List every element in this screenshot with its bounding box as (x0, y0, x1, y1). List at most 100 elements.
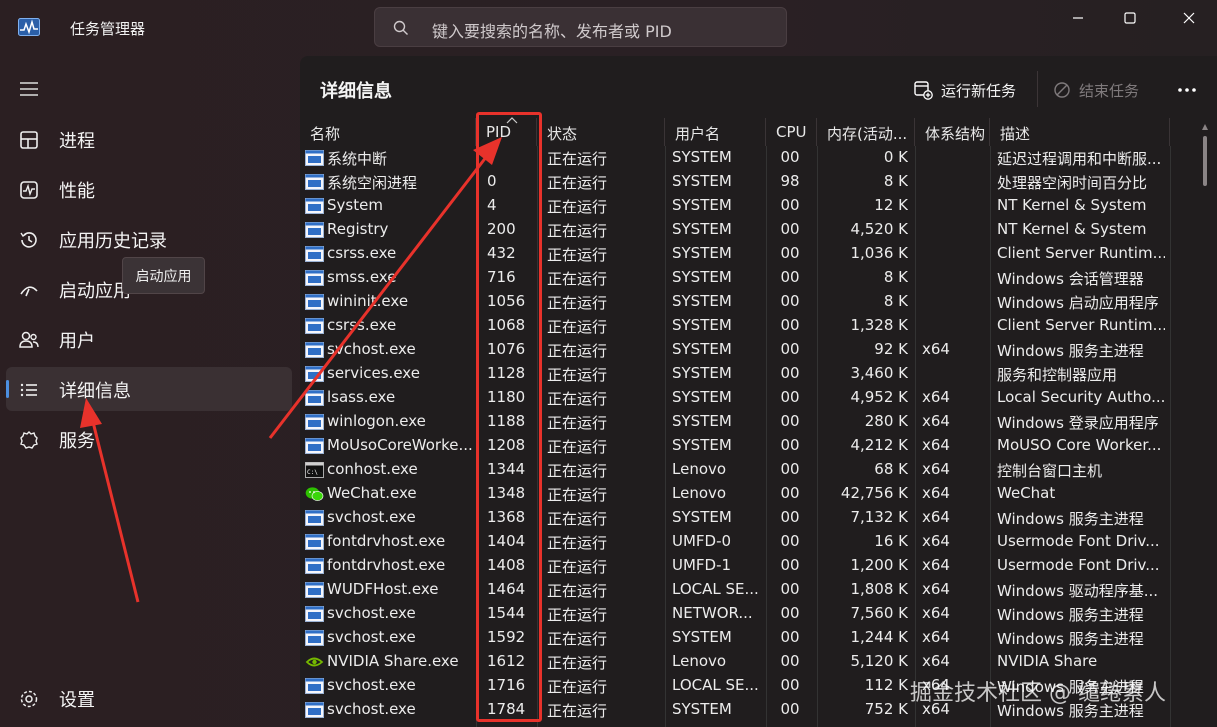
column-header-memory[interactable]: 内存(活动... (817, 118, 915, 146)
cell-cpu: 00 (780, 532, 800, 550)
table-row[interactable]: WeChat.exe 1348 正在运行 Lenovo 00 42,756 Kx64 WeC… (300, 482, 1170, 506)
table-row[interactable]: wininit.exe 1056 正在运行 SYSTEM 00 8 K Windows 启动… (300, 290, 1170, 314)
cell-username: LOCAL SE... (672, 676, 759, 694)
table-row[interactable]: csrss.exe 1068 正在运行 SYSTEM 00 1,328 K Client S… (300, 314, 1170, 338)
maximize-button[interactable] (1107, 0, 1153, 36)
table-row[interactable]: csrss.exe 432 正在运行 SYSTEM 00 1,036 K Client Se… (300, 242, 1170, 266)
cell-cpu: 00 (780, 412, 800, 430)
cell-username: SYSTEM (672, 220, 732, 238)
table-row[interactable]: fontdrvhost.exe 1408 正在运行 UMFD-1 00 1,200 Kx6… (300, 554, 1170, 578)
more-options-button[interactable] (1172, 76, 1202, 104)
active-indicator (6, 380, 9, 398)
table-row[interactable]: 系统空闲进程 0 正在运行 SYSTEM 98 8 K 处理器空闲时间百分比 (300, 170, 1170, 194)
more-options-icon (1178, 88, 1196, 92)
sidebar-item-app-history[interactable]: 应用历史记录 (6, 217, 292, 261)
sidebar-item-performance[interactable]: 性能 (6, 167, 292, 211)
column-header-description[interactable]: 描述 (990, 118, 1170, 146)
process-blue-icon (305, 174, 324, 190)
cell-username: SYSTEM (672, 244, 732, 262)
cell-status: 正在运行 (547, 678, 608, 696)
cell-cpu: 00 (780, 700, 800, 718)
sidebar-item-details[interactable]: 详细信息 (6, 367, 292, 411)
cell-status: 正在运行 (547, 630, 608, 648)
process-console-icon: C:\ (305, 462, 324, 478)
cell-name: svchost.exe (327, 340, 416, 358)
cell-description: Usermode Font Driv... (997, 532, 1160, 550)
table-row[interactable]: Registry 200 正在运行 SYSTEM 00 4,520 K NT Kernel … (300, 218, 1170, 242)
table-row[interactable]: svchost.exe 1592 正在运行 SYSTEM 00 1,244 Kx64 Win… (300, 626, 1170, 650)
cell-architecture: x64 (922, 388, 950, 406)
table-row[interactable]: fontdrvhost.exe 1404 正在运行 UMFD-0 00 16 Kx64 Us… (300, 530, 1170, 554)
search-input[interactable]: 键入要搜索的名称、发布者或 PID (374, 7, 787, 47)
column-header-architecture[interactable]: 体系结构 (915, 118, 990, 146)
table-row[interactable]: lsass.exe 1180 正在运行 SYSTEM 00 4,952 Kx64 Local… (300, 386, 1170, 410)
cell-cpu: 00 (780, 436, 800, 454)
table-row[interactable]: NVIDIA Share.exe 1612 正在运行 Lenovo 00 5,120 Kx… (300, 650, 1170, 674)
process-blue-icon (305, 558, 324, 574)
cell-status: 正在运行 (547, 702, 608, 720)
cell-description: Local Security Autho... (997, 388, 1165, 406)
cell-name: csrss.exe (327, 316, 397, 334)
sidebar-item-processes[interactable]: 进程 (6, 117, 292, 161)
cell-description: Windows 服务主进程 (997, 342, 1144, 360)
cell-username: Lenovo (672, 460, 727, 478)
process-blue-icon (305, 150, 324, 166)
cell-description: MoUSO Core Worker... (997, 436, 1162, 454)
column-header-name[interactable]: 名称 (300, 118, 476, 146)
column-header-status[interactable]: 状态 (537, 118, 665, 146)
table-row[interactable]: winlogon.exe 1188 正在运行 SYSTEM 00 280 Kx64 Wind… (300, 410, 1170, 434)
cell-name: System (327, 196, 383, 214)
cell-description: NT Kernel & System (997, 196, 1147, 214)
table-row[interactable]: System 4 正在运行 SYSTEM 00 12 K NT Kernel & Syste… (300, 194, 1170, 218)
cell-username: UMFD-1 (672, 556, 732, 574)
run-new-task-button[interactable]: 运行新任务 (913, 78, 1016, 102)
table-row[interactable]: smss.exe 716 正在运行 SYSTEM 00 8 K Windows 会话管理器 (300, 266, 1170, 290)
cell-cpu: 00 (780, 508, 800, 526)
cell-cpu: 00 (780, 628, 800, 646)
cell-cpu: 00 (780, 316, 800, 334)
table-row[interactable]: 系统中断 正在运行 SYSTEM 00 0 K 延迟过程调用和中断服... (300, 146, 1170, 170)
cell-architecture: x64 (922, 532, 950, 550)
cell-username: LOCAL SE... (672, 580, 759, 598)
cell-name: svchost.exe (327, 700, 416, 718)
cell-memory: 4,212 K (850, 436, 908, 454)
column-header-cpu[interactable]: CPU (766, 118, 817, 146)
cell-name: fontdrvhost.exe (327, 556, 446, 574)
sidebar-item-settings[interactable]: 设置 (6, 676, 292, 720)
table-row[interactable]: WUDFHost.exe 1464 正在运行 LOCAL SE... 00 1,808 K… (300, 578, 1170, 602)
cell-memory: 1,808 K (850, 580, 908, 598)
table-row[interactable]: C:\ conhost.exe 1344 正在运行 Lenovo 00 68 Kx64 控制台… (300, 458, 1170, 482)
hamburger-menu-icon[interactable] (18, 80, 40, 98)
sidebar-item-services[interactable]: 服务 (6, 417, 292, 461)
vertical-scrollbar[interactable] (1203, 136, 1207, 186)
process-blue-icon (305, 318, 324, 334)
minimize-button[interactable] (1055, 0, 1101, 36)
cell-status: 正在运行 (547, 510, 608, 528)
sidebar-item-users[interactable]: 用户 (6, 317, 292, 361)
close-icon (1183, 12, 1195, 24)
cell-description: Windows 服务主进程 (997, 510, 1144, 528)
process-blue-icon (305, 246, 324, 262)
title-bar: 任务管理器 键入要搜索的名称、发布者或 PID (0, 0, 1217, 56)
table-row[interactable]: svchost.exe 1544 正在运行 NETWOR... 00 7,560 Kx64… (300, 602, 1170, 626)
sidebar-item-label: 启动应用 (59, 281, 131, 302)
close-button[interactable] (1166, 0, 1212, 36)
cell-description: Client Server Runtim... (997, 244, 1165, 262)
page-title: 详细信息 (320, 81, 392, 102)
svg-text:C:\: C:\ (307, 469, 318, 476)
column-header-username[interactable]: 用户名 (665, 118, 766, 146)
cell-status: 正在运行 (547, 606, 608, 624)
cell-memory: 5,120 K (850, 652, 908, 670)
scroll-up-arrow-icon[interactable] (1202, 124, 1208, 130)
cell-name: 系统中断 (327, 150, 388, 168)
cell-cpu: 00 (780, 604, 800, 622)
table-row[interactable]: MoUsoCoreWorke... 1208 正在运行 SYSTEM 00 4,212 K… (300, 434, 1170, 458)
end-task-button[interactable]: 结束任务 (1053, 78, 1139, 102)
cell-username: SYSTEM (672, 364, 732, 382)
table-row[interactable]: svchost.exe 1076 正在运行 SYSTEM 00 92 Kx64 Window… (300, 338, 1170, 362)
cell-memory: 8 K (883, 172, 908, 190)
table-row[interactable]: services.exe 1128 正在运行 SYSTEM 00 3,460 K 服务和控制… (300, 362, 1170, 386)
cell-name: svchost.exe (327, 604, 416, 622)
cell-name: WUDFHost.exe (327, 580, 439, 598)
table-row[interactable]: svchost.exe 1368 正在运行 SYSTEM 00 7,132 Kx64 Win… (300, 506, 1170, 530)
